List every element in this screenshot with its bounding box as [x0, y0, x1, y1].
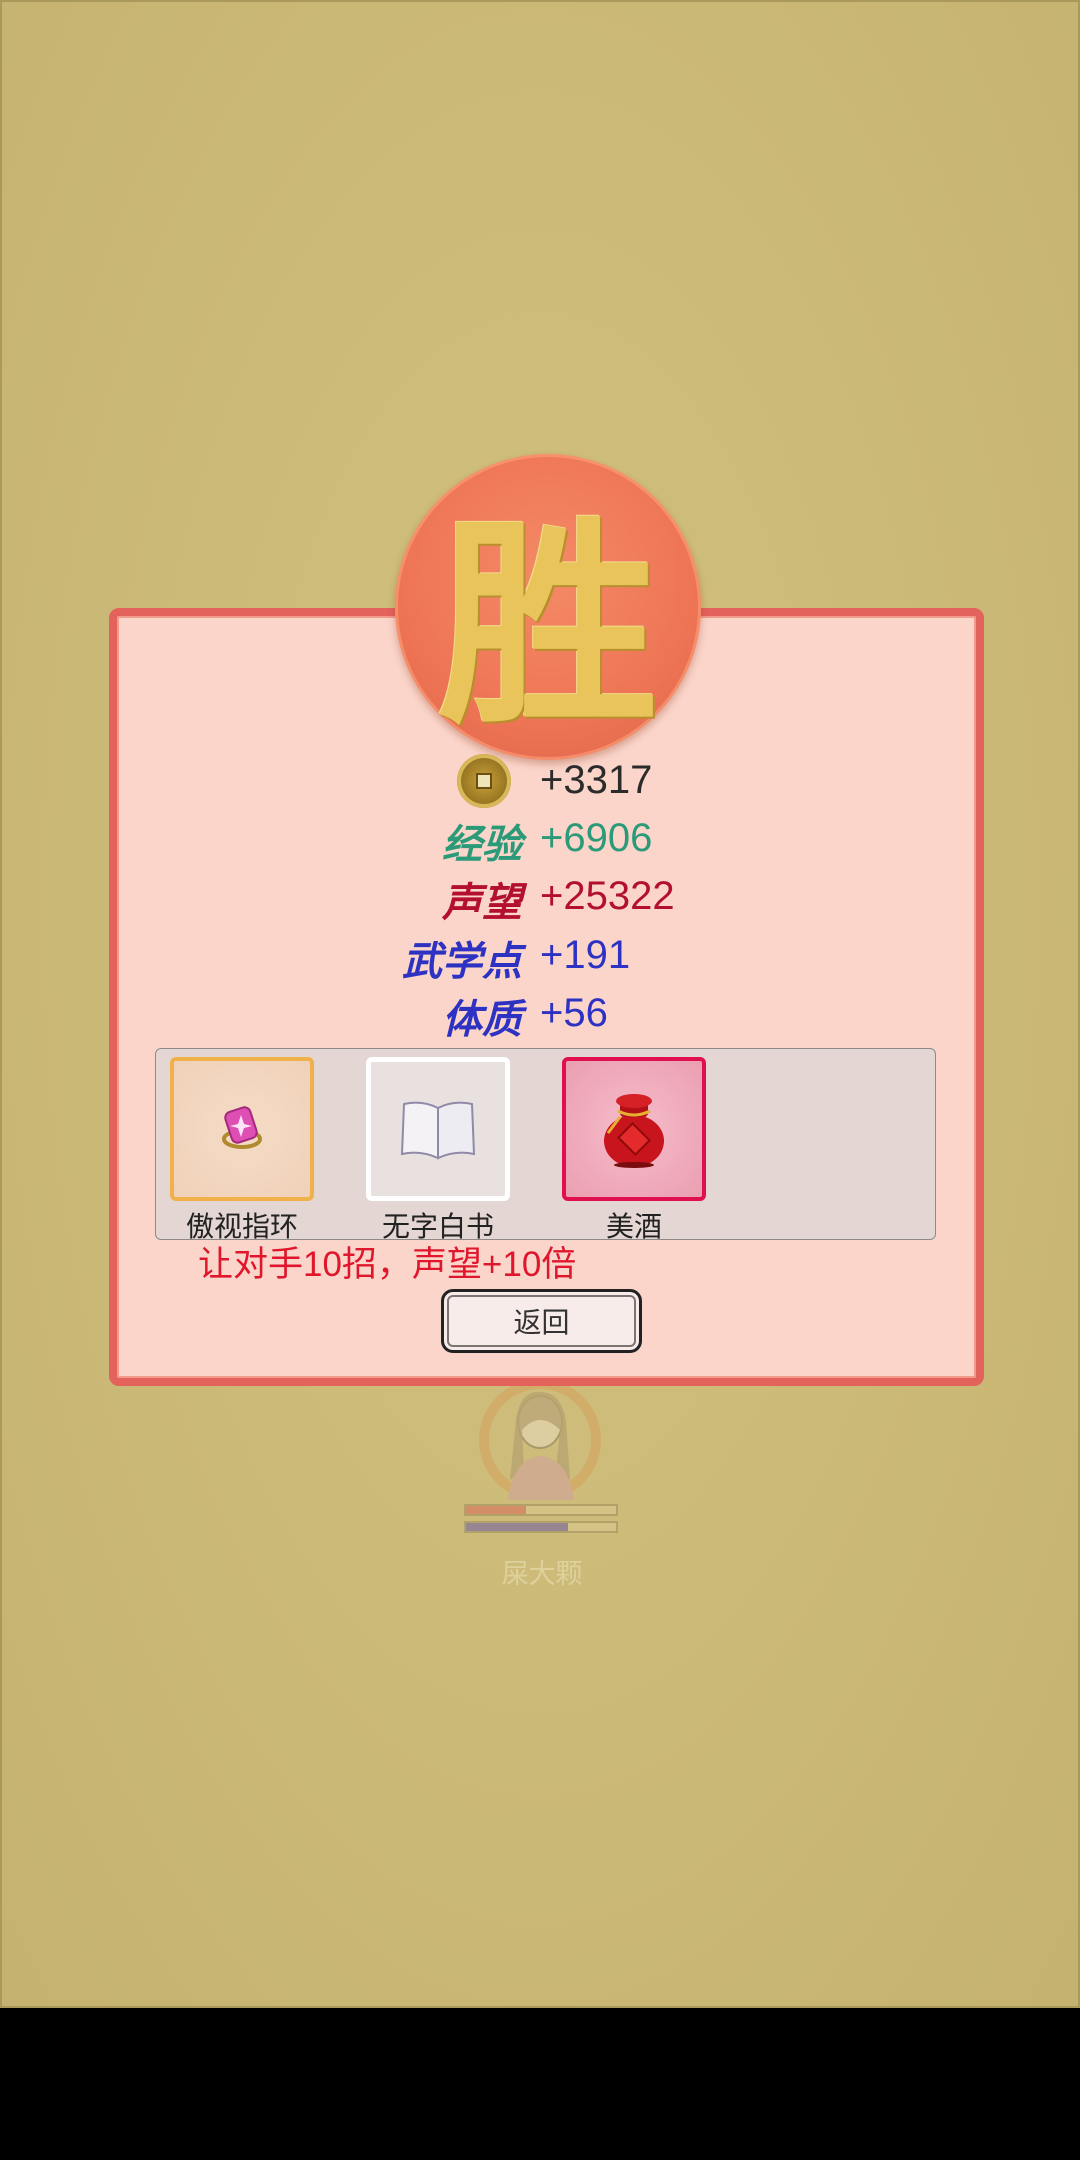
item-frame: [366, 1057, 510, 1201]
martial-points-label: 武学点: [402, 938, 522, 985]
opponent-card: 屎大颗: [452, 1380, 632, 1590]
wine-jar-icon: [604, 1094, 664, 1168]
item-frame: [170, 1057, 314, 1201]
item-frame: [562, 1057, 706, 1201]
ring-icon: [222, 1106, 262, 1149]
opponent-avatar: [479, 1380, 601, 1500]
item-slot[interactable]: 美酒: [562, 1057, 706, 1245]
reward-row-coins: +3317: [2, 754, 1080, 810]
reward-row-exp: 经验 +6906: [2, 812, 1080, 868]
item-drops-box: 傲视指环 无字白书 美酒: [155, 1048, 936, 1242]
reputation-label: 声望: [442, 879, 522, 926]
back-button[interactable]: 返回: [441, 1289, 642, 1353]
item-slot[interactable]: 无字白书: [366, 1057, 510, 1245]
game-screen: 屎大颗 胜 +3317 经验 +6906 声望 +25322 武学点 +191 …: [0, 0, 1080, 2008]
item-slot[interactable]: 傲视指环: [170, 1057, 314, 1245]
reward-row-constitution: 体质 +56: [2, 987, 1080, 1043]
victory-seal-text: 胜: [437, 495, 658, 754]
opponent-hp-bar: [464, 1504, 618, 1516]
book-icon: [400, 1101, 476, 1160]
victory-seal: 胜: [395, 454, 701, 760]
opponent-name: 屎大颗: [501, 1559, 583, 1590]
opponent-mp-fill: [466, 1523, 568, 1531]
reward-row-reputation: 声望 +25322: [2, 870, 1080, 926]
opponent-mp-bar: [464, 1521, 618, 1533]
reward-row-martial-points: 武学点 +191: [2, 929, 1080, 985]
martial-points-value: +191: [540, 933, 631, 977]
constitution-value: +56: [540, 991, 608, 1035]
reputation-value: +25322: [540, 874, 675, 918]
exp-label: 经验: [442, 821, 522, 868]
constitution-label: 体质: [442, 996, 522, 1043]
exp-value: +6906: [540, 816, 653, 860]
bonus-hint-text: 让对手10招，声望+10倍: [198, 1245, 577, 1284]
coins-value: +3317: [540, 758, 653, 802]
opponent-hp-fill: [466, 1506, 526, 1514]
coin-icon: [457, 754, 511, 808]
